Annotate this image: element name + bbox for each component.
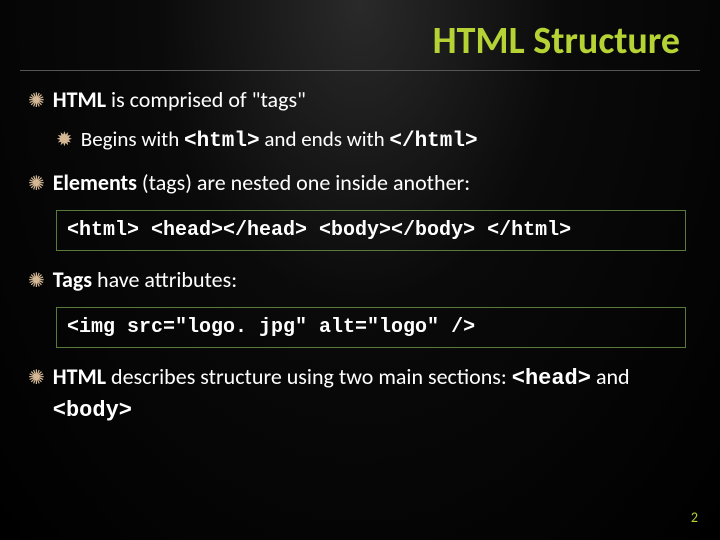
title-underline — [20, 70, 700, 71]
bullet-text: HTML describes structure using two main … — [53, 362, 692, 425]
text-span: is comprised of "tags" — [106, 86, 306, 113]
code-span: </html> — [389, 130, 477, 153]
sunburst-icon: ✺ — [28, 88, 45, 115]
bullet-2: ✺ Elements (tags) are nested one inside … — [28, 168, 692, 198]
bullet-text: Begins with <html> and ends with </html> — [81, 125, 478, 156]
bold-word: HTML — [53, 363, 106, 390]
text-span: (tags) are nested one inside another: — [137, 169, 470, 196]
sunburst-icon: ✹ — [56, 127, 73, 154]
text-span: have attributes: — [92, 266, 237, 293]
bullet-1: ✺ HTML is comprised of "tags" — [28, 85, 692, 115]
slide-content: ✺ HTML is comprised of "tags" ✹ Begins w… — [0, 85, 720, 426]
slide-title: HTML Structure — [0, 0, 720, 70]
code-span: <head> — [512, 366, 591, 391]
bold-word: Elements — [53, 169, 137, 196]
text-span: Begins with — [81, 126, 184, 152]
bold-word: HTML — [53, 86, 106, 113]
code-box-2: <img src="logo. jpg" alt="logo" /> — [56, 307, 686, 348]
bullet-text: Tags have attributes: — [53, 265, 237, 295]
bullet-text: HTML is comprised of "tags" — [53, 85, 306, 115]
text-span: and — [591, 363, 630, 390]
bold-word: Tags — [53, 266, 92, 293]
page-number: 2 — [691, 509, 698, 526]
bullet-3: ✺ Tags have attributes: — [28, 265, 692, 295]
code-span: <html> — [184, 130, 260, 153]
sunburst-icon: ✺ — [28, 268, 45, 295]
bullet-4: ✺ HTML describes structure using two mai… — [28, 362, 692, 425]
sunburst-icon: ✺ — [28, 365, 45, 392]
code-span: <body> — [53, 398, 132, 423]
bullet-text: Elements (tags) are nested one inside an… — [53, 168, 470, 198]
text-span: and ends with — [260, 126, 390, 152]
code-box-1: <html> <head></head> <body></body> </htm… — [56, 210, 686, 251]
text-span: describes structure using two main secti… — [106, 363, 512, 390]
sunburst-icon: ✺ — [28, 171, 45, 198]
bullet-1a: ✹ Begins with <html> and ends with </htm… — [56, 125, 692, 156]
